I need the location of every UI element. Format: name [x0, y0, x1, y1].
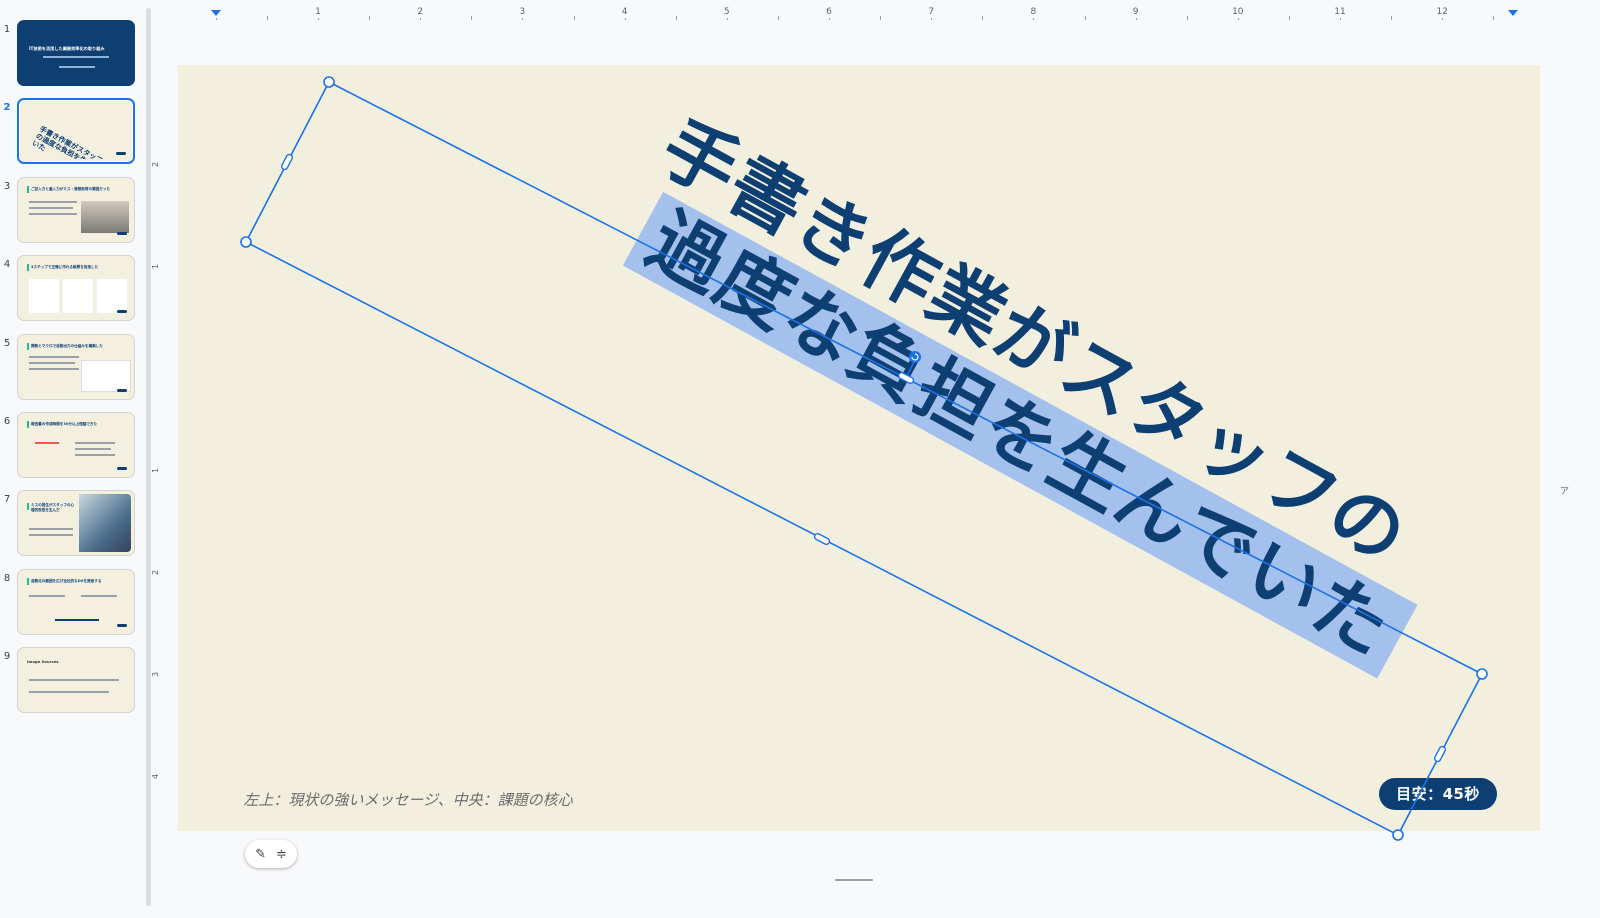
ruler-tick [624, 18, 626, 20]
ruler-tick [1288, 16, 1290, 20]
ruler-number: 1 [151, 467, 161, 474]
ruler-tick [982, 16, 984, 20]
ruler-tick [1135, 18, 1137, 20]
left-indent-marker[interactable] [211, 10, 221, 16]
ruler-tick [777, 16, 779, 20]
thumb-title: 関数とマクロで自動出力の仕組みを構築した [31, 344, 103, 348]
thumb-title: Image Sources [27, 659, 59, 664]
ruler-number: 9 [1132, 7, 1139, 17]
slide-thumbnail-4[interactable]: 3ステップで正確に作れる帳票を目指した [17, 255, 135, 321]
slide-number: 3 [3, 181, 11, 192]
thumb-photo [79, 494, 131, 552]
ruler-tick [880, 16, 882, 20]
ruler-number: 2 [417, 7, 424, 17]
ruler-number: 2 [151, 161, 161, 168]
slide-thumbnail-6[interactable]: 報告書の作成時間を30分以上短縮できた [17, 412, 135, 478]
ruler-tick [215, 18, 217, 20]
resize-handle-bottom-right[interactable] [1392, 829, 1404, 841]
ruler-tick [1340, 18, 1341, 20]
notes-panel-drag-handle[interactable] [835, 879, 873, 881]
thumb-title: ミスの発生がスタッフの心理的負担を生んだ [31, 503, 75, 512]
ruler-number: 11 [1334, 7, 1346, 17]
ruler-tick [829, 18, 830, 20]
slide-thumbnail-7[interactable]: ミスの発生がスタッフの心理的負担を生んだ [17, 490, 135, 556]
slide-thumbnail-8[interactable]: 自動化の範囲を広げ全社的なDXを推進する [17, 569, 135, 635]
ruler-number: 7 [928, 7, 935, 17]
slide-number: 4 [3, 259, 11, 270]
ruler-tick [1084, 16, 1086, 20]
thumb-title: 3ステップで正確に作れる帳票を目指した [31, 265, 99, 269]
ruler-number: 1 [151, 263, 161, 270]
slide-thumbnail-3[interactable]: ご記入力と重入力がミス・業務負荷の要因だった [17, 177, 135, 243]
vertical-ruler[interactable]: 2 1 1 2 3 4 [150, 60, 164, 840]
horizontal-ruler[interactable]: 1 2 3 4 5 6 7 8 9 10 11 12 [168, 0, 1540, 22]
slide-number: 6 [3, 416, 11, 427]
ruler-number: 3 [151, 671, 161, 678]
ruler-tick [1186, 16, 1188, 20]
right-indent-marker[interactable] [1508, 10, 1518, 16]
ruler-tick [573, 16, 575, 20]
layout-note-text[interactable]: 左上：現状の強いメッセージ、中央：課題の核心 [238, 791, 578, 809]
slide-number: 8 [3, 573, 11, 584]
slide-number: 2 [3, 102, 11, 113]
ruler-tick [1237, 18, 1239, 20]
ruler-tick [420, 18, 422, 20]
slide-number: 1 [3, 24, 11, 35]
ruler-number: 10 [1232, 7, 1244, 17]
ruler-number: 6 [826, 7, 832, 17]
ruler-tick [675, 16, 677, 20]
slide-number: 9 [3, 651, 11, 662]
text-align-icon[interactable]: ≑ [276, 847, 287, 862]
slide-thumbnail-9[interactable]: Image Sources [17, 647, 135, 713]
ruler-tick [1391, 16, 1393, 20]
slide-thumbnail-1[interactable]: IT技術を活用した業務効率化の取り組み [17, 20, 135, 86]
ruler-number: 12 [1436, 7, 1448, 17]
ruler-number: 8 [1030, 7, 1037, 17]
thumb-title: 手書き作業がスタッフの過度な負担を生んでいた [30, 125, 104, 159]
ruler-number: 5 [723, 7, 730, 17]
ruler-tick [931, 18, 933, 20]
thumb-title: IT技術を活用した業務効率化の取り組み [29, 46, 105, 51]
ruler-number: 4 [621, 7, 628, 17]
slide-filmstrip: 1 IT技術を活用した業務効率化の取り組み 2 手書き作業がスタッフの過度な負担… [0, 0, 145, 918]
ruler-tick [726, 18, 728, 20]
ruler-tick [318, 18, 319, 20]
floating-object-toolbar: ✎ ≑ [245, 840, 297, 868]
ruler-tick [369, 16, 371, 20]
ruler-tick [1033, 18, 1035, 20]
ruler-tick [471, 16, 473, 20]
thumb-title: 自動化の範囲を広げ全社的なDXを推進する [31, 579, 102, 583]
thumb-photo [81, 201, 129, 233]
slide-number: 5 [3, 338, 11, 349]
duration-badge[interactable]: 目安：45秒 [1379, 778, 1497, 810]
ruler-tick [1442, 18, 1444, 20]
thumb-title: 報告書の作成時間を30分以上短縮できた [31, 422, 98, 426]
thumb-title: ご記入力と重入力がミス・業務負荷の要因だった [31, 187, 111, 191]
ruler-tick [266, 16, 268, 20]
side-panel-label: ア [1560, 487, 1570, 497]
slide-thumbnail-5[interactable]: 関数とマクロで自動出力の仕組みを構築した [17, 334, 135, 400]
slide-thumbnail-2[interactable]: 手書き作業がスタッフの過度な負担を生んでいた [17, 98, 135, 164]
slide-number: 7 [3, 494, 11, 505]
ruler-number: 2 [151, 569, 161, 576]
ruler-number: 1 [315, 7, 321, 17]
ruler-tick [1493, 16, 1495, 20]
ruler-number: 4 [151, 773, 161, 780]
magic-edit-icon[interactable]: ✎ [255, 847, 266, 862]
